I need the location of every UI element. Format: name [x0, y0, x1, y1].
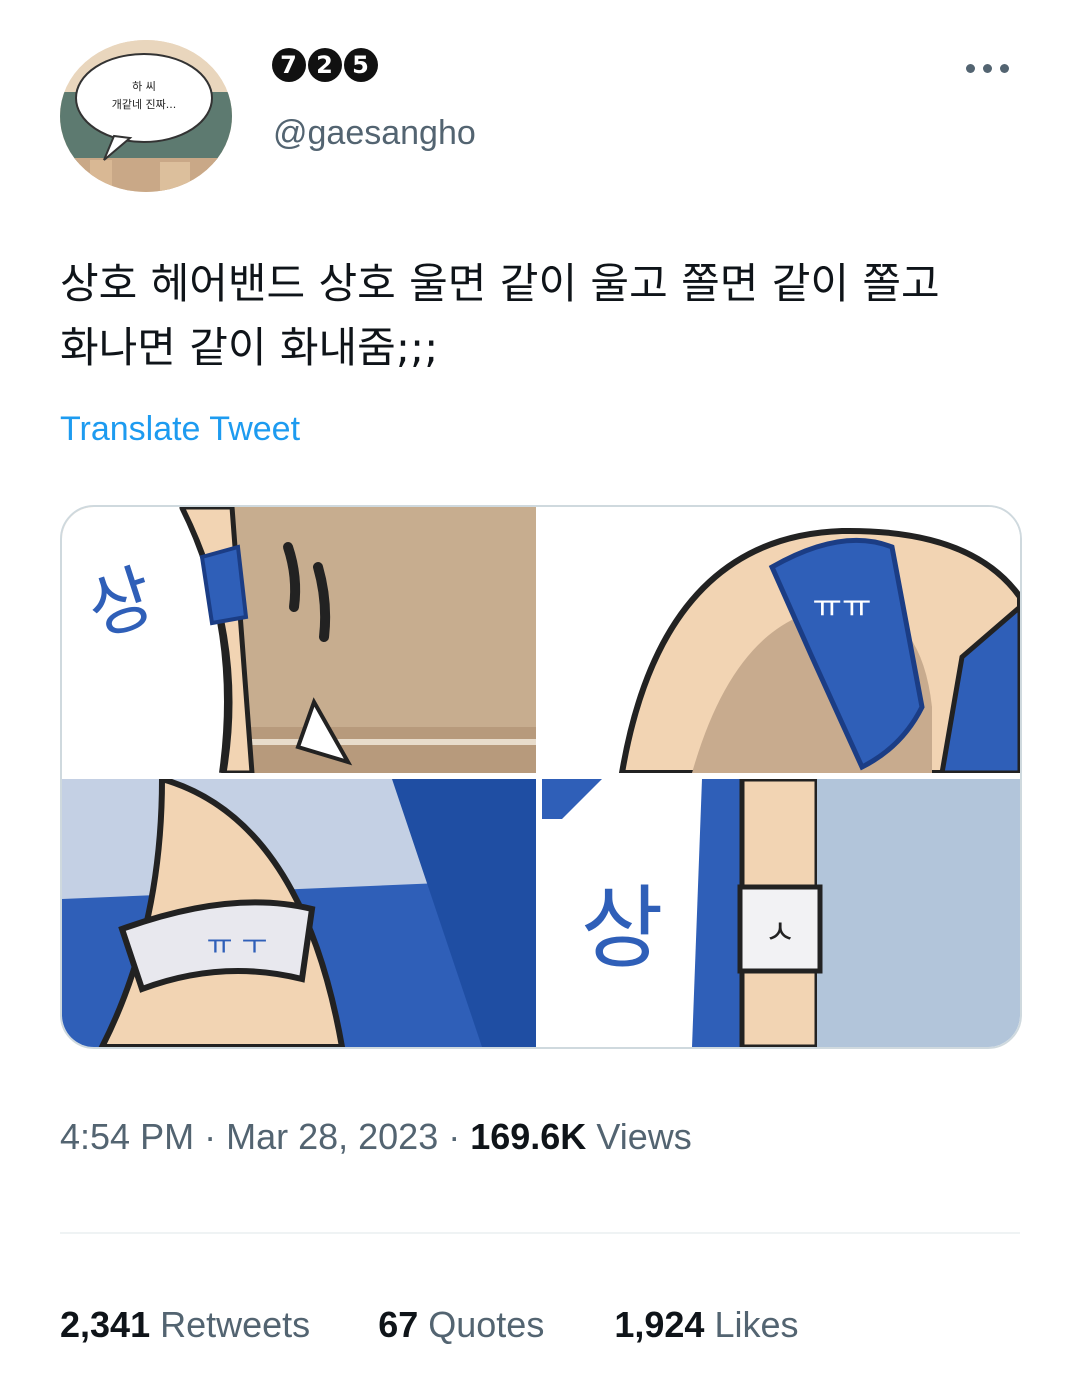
avatar-text-1: 하 씨	[132, 79, 156, 93]
headband-image-1[interactable]: 상	[62, 507, 536, 773]
meta-separator: ·	[448, 1116, 461, 1157]
band-text-3: ㅠ ㅜ	[207, 928, 267, 961]
headband-image-2[interactable]: ㅠㅠ	[542, 507, 1020, 773]
display-name-glyph: 2	[308, 48, 342, 82]
avatar[interactable]: 하 씨 개같네 진짜...	[60, 40, 232, 192]
quotes-count: 67	[378, 1304, 419, 1345]
engagement-stats: 2,341 Retweets 67 Quotes 1,924 Likes	[60, 1304, 798, 1346]
headband-image-3[interactable]: ㅠ ㅜ	[62, 779, 536, 1047]
tweet-text: 상호 헤어밴드 상호 울면 같이 울고 쫄면 같이 쫄고 화나면 같이 화내줌;…	[60, 259, 940, 372]
display-name-glyph: 7	[272, 48, 306, 82]
more-dot	[999, 63, 1009, 73]
views-label: Views	[596, 1116, 692, 1157]
band-text-4: ㅅ	[764, 913, 795, 953]
likes-count: 1,924	[614, 1304, 705, 1345]
band-text-2: ㅠㅠ	[813, 587, 872, 625]
headband-image-4[interactable]: ㅅ 상	[542, 779, 1020, 1047]
quotes-label: Quotes	[428, 1304, 545, 1345]
jersey-text-4: 상	[581, 876, 664, 981]
avatar-text-2: 개같네 진짜...	[112, 98, 177, 111]
quotes-stat[interactable]: 67 Quotes	[378, 1304, 544, 1346]
tweet-time[interactable]: 4:54 PM	[60, 1116, 194, 1157]
tweet-meta: 4:54 PM · Mar 28, 2023 · 169.6K Views	[60, 1116, 692, 1158]
more-options-button[interactable]	[955, 48, 1019, 88]
retweets-count: 2,341	[60, 1304, 151, 1345]
likes-stat[interactable]: 1,924 Likes	[614, 1304, 798, 1346]
more-dot	[982, 63, 992, 73]
more-horizontal-icon	[965, 63, 975, 73]
display-name[interactable]: 725	[272, 42, 380, 82]
likes-label: Likes	[714, 1304, 799, 1345]
tweet-date[interactable]: Mar 28, 2023	[226, 1116, 438, 1157]
retweets-label: Retweets	[160, 1304, 311, 1345]
divider	[60, 1232, 1020, 1234]
views-count: 169.6K	[470, 1116, 587, 1157]
display-name-glyph: 5	[344, 48, 378, 82]
retweets-stat[interactable]: 2,341 Retweets	[60, 1304, 310, 1346]
translate-tweet-link[interactable]: Translate Tweet	[60, 410, 300, 449]
user-handle[interactable]: @gaesangho	[273, 114, 476, 153]
media-grid: 상 ㅠㅠ ㅠ ㅜ ㅅ 상	[60, 505, 1022, 1049]
meta-separator: ·	[204, 1116, 217, 1157]
